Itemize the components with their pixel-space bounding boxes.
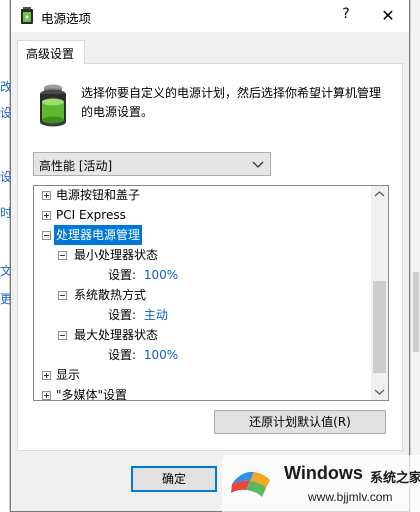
tree-item-label: "多媒体"设置 <box>56 388 128 401</box>
tree-item-label: 电源按钮和盖子 <box>56 188 141 202</box>
watermark-title: Windows <box>284 463 363 483</box>
chevron-down-icon <box>252 161 264 168</box>
background-text: 设 <box>0 170 10 184</box>
setting-value[interactable]: 主动 <box>144 308 168 322</box>
windows-logo-icon <box>231 471 270 497</box>
setting-value[interactable]: 100% <box>144 268 178 282</box>
settings-tree[interactable]: 电源按钮和盖子 PCI Express 处理器电源管理 最小处理器状态 设置: … <box>33 185 389 401</box>
help-button[interactable]: ? <box>337 6 355 26</box>
background-text: 更 <box>0 292 10 306</box>
power-plan-select[interactable]: 高性能 [活动] <box>33 152 271 176</box>
setting-label: 设置: <box>108 308 137 322</box>
tree-item-setting[interactable]: 设置: 100% <box>108 265 178 285</box>
expand-icon[interactable] <box>42 191 51 200</box>
setting-label: 设置: <box>108 268 137 282</box>
plan-description: 选择你要自定义的电源计划，然后选择你希望计算机管理的电源设置。 <box>81 86 382 119</box>
expand-icon[interactable] <box>42 211 51 220</box>
tree-item-label: 系统散热方式 <box>74 288 147 302</box>
power-options-icon <box>21 7 33 24</box>
battery-icon <box>40 84 66 127</box>
window-title: 电源选项 <box>41 11 92 26</box>
tree-item-label: 显示 <box>56 368 81 382</box>
expand-icon[interactable] <box>42 391 51 400</box>
background-window-right <box>410 0 420 512</box>
tree-item-label: 最大处理器状态 <box>74 328 159 342</box>
tree-item-setting[interactable]: 设置: 主动 <box>108 305 168 325</box>
tree-scrollbar[interactable] <box>371 186 388 400</box>
scrollbar-thumb[interactable] <box>373 281 386 373</box>
tab-advanced-settings[interactable]: 高级设置 <box>17 40 85 64</box>
title-bar: 电源选项 ? ✕ <box>11 0 409 32</box>
tree-item-setting[interactable]: 设置: 100% <box>108 345 178 365</box>
ok-button[interactable]: 确定 <box>131 466 217 492</box>
scroll-down-icon[interactable] <box>371 383 388 400</box>
tree-item-label: 处理器电源管理 <box>54 225 143 245</box>
tree-item-label: 最小处理器状态 <box>74 248 159 262</box>
tab-label: 高级设置 <box>26 47 75 61</box>
screen: 改 设 设 时 文 更 电源选项 ? ✕ 高级设置 选择你要自定义的电源计划，然… <box>0 0 420 512</box>
collapse-icon[interactable] <box>42 231 51 240</box>
collapse-icon[interactable] <box>58 331 67 340</box>
tree-item-label: PCI Express <box>56 208 126 222</box>
watermark: Windows 系统之家 www.bjjmlv.com <box>222 455 420 512</box>
background-scrollbar <box>413 272 419 352</box>
power-options-dialog: 电源选项 ? ✕ 高级设置 选择你要自定义的电源计划，然后选择你希望计算机管理的… <box>10 0 410 512</box>
selected-plan: 高性能 [活动] <box>39 159 113 173</box>
scroll-up-icon[interactable] <box>371 186 388 203</box>
background-text: 设 <box>0 106 10 120</box>
watermark-url: www.bjjmlv.com <box>308 490 393 504</box>
watermark-subtitle: 系统之家 <box>370 471 420 486</box>
close-button[interactable]: ✕ <box>377 6 399 26</box>
restore-defaults-button[interactable]: 还原计划默认值(R) <box>214 410 386 434</box>
collapse-icon[interactable] <box>58 291 67 300</box>
background-text: 改 <box>0 80 10 94</box>
setting-label: 设置: <box>108 348 137 362</box>
background-text: 文 <box>0 264 10 278</box>
collapse-icon[interactable] <box>58 251 67 260</box>
expand-icon[interactable] <box>42 371 51 380</box>
background-window-left: 改 设 设 时 文 更 <box>0 0 10 512</box>
setting-value[interactable]: 100% <box>144 348 178 362</box>
background-text: 时 <box>0 206 10 220</box>
